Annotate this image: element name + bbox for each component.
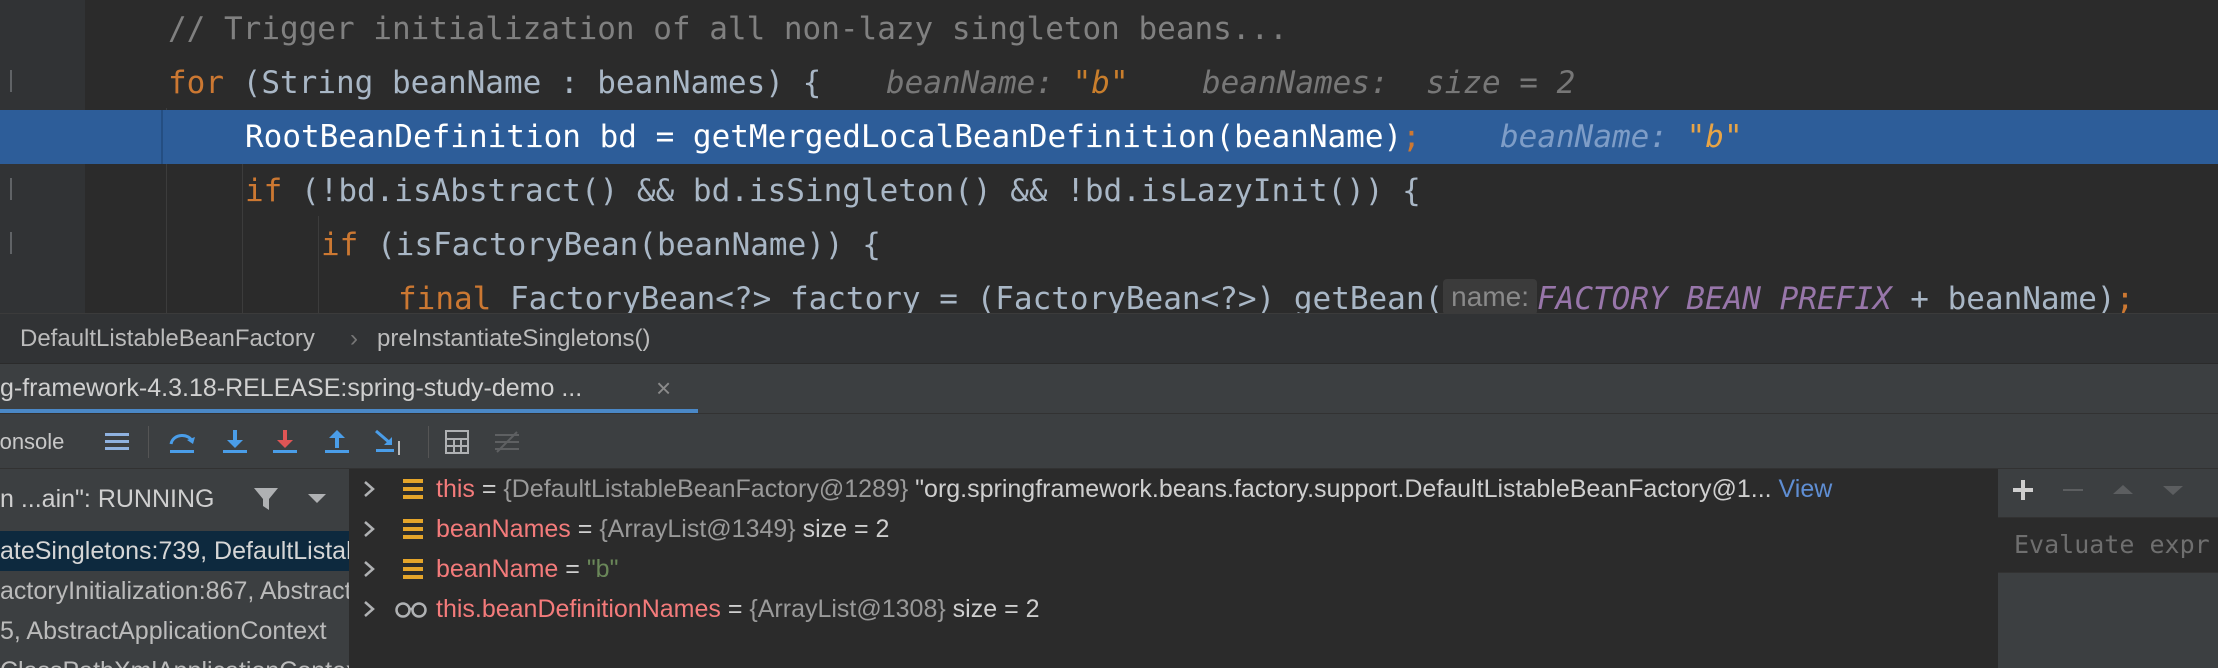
parameter-name-hint: name: <box>1443 279 1537 313</box>
inline-debug-value: beanName: "b" <box>886 56 1129 110</box>
variable-ref: {ArrayList@1308} <box>749 595 946 623</box>
stack-frame-selected[interactable]: ateSingletons:739, DefaultListableBeanFa… <box>0 531 349 571</box>
move-up-icon <box>2110 477 2136 508</box>
inline-debug-label: beanName: <box>1500 119 1687 155</box>
constant: FACTORY_BEAN_PREFIX <box>1537 281 1892 313</box>
code-line[interactable]: final FactoryBean<?> factory = (FactoryB… <box>0 272 2218 313</box>
variable-value: size = 2 <box>802 515 890 543</box>
debug-session-tab[interactable]: g-framework-4.3.18-RELEASE:spring-study-… <box>0 364 698 414</box>
inline-debug-string: "b" <box>1686 119 1743 155</box>
code-content: if (!bd.isAbstract() && bd.isSingleton()… <box>245 164 1421 218</box>
keyword: for <box>168 65 224 101</box>
step-into-icon[interactable] <box>218 414 252 470</box>
step-out-icon[interactable] <box>320 414 354 470</box>
code-text: RootBeanDefinition bd = getMergedLocalBe… <box>245 119 1403 155</box>
variable-row[interactable]: beanNames = {ArrayList@1349} size = 2 <box>350 509 1997 549</box>
stack-frame[interactable]: ClassPathXmlApplicationContext <box>0 651 349 668</box>
code-line[interactable]: for (String beanName : beanNames) { bean… <box>0 56 2218 110</box>
variable-value: size = 2 <box>952 595 1040 623</box>
variable-text: beanNames = {ArrayList@1349} size = 2 <box>436 515 890 543</box>
variable-row[interactable]: beanName = "b" <box>350 549 1997 589</box>
code-text: FactoryBean<?> factory = (FactoryBean<?>… <box>491 281 1444 313</box>
selection-edge <box>161 110 163 164</box>
semicolon: ; <box>2115 281 2135 313</box>
frames-panel: n ...ain": RUNNING ateSingletons:739, De… <box>0 469 350 668</box>
code-content: if (isFactoryBean(beanName)) { <box>321 218 881 272</box>
code-line[interactable]: if (isFactoryBean(beanName)) { <box>0 218 2218 272</box>
variable-ref: {ArrayList@1349} <box>599 515 796 543</box>
filter-icon[interactable] <box>252 469 280 529</box>
variable-text: this.beanDefinitionNames = {ArrayList@13… <box>436 595 1040 623</box>
field-icon <box>402 549 430 589</box>
debug-session-tabs: g-framework-4.3.18-RELEASE:spring-study-… <box>0 363 2218 414</box>
toolbar-separator <box>428 426 429 458</box>
keyword: final <box>398 281 492 313</box>
variable-text: this = {DefaultListableBeanFactory@1289}… <box>436 475 1833 503</box>
code-content: final FactoryBean<?> factory = (FactoryB… <box>398 272 2134 313</box>
layout-menu-icon[interactable] <box>100 414 134 470</box>
variable-text: beanName = "b" <box>436 555 619 583</box>
variable-row[interactable]: this = {DefaultListableBeanFactory@1289}… <box>350 469 1997 509</box>
watch-glasses-icon <box>394 589 430 629</box>
evaluate-expression-input[interactable]: Evaluate expr <box>1998 517 2218 573</box>
breadcrumb-separator: › <box>350 325 358 352</box>
code-text: + beanName) <box>1891 281 2116 313</box>
variable-name: this <box>436 475 475 503</box>
breadcrumb: DefaultListableBeanFactory › preInstanti… <box>0 313 2218 363</box>
code-comment: // Trigger initialization of all non-laz… <box>168 11 1288 47</box>
inline-debug-string: "b" <box>1072 65 1129 101</box>
inline-debug-value: beanName: "b" <box>1500 110 1743 164</box>
run-to-cursor-icon[interactable] <box>372 414 408 470</box>
field-icon <box>402 469 430 509</box>
add-watch-icon[interactable] <box>2010 477 2036 508</box>
variables-panel: this = {DefaultListableBeanFactory@1289}… <box>350 469 1997 668</box>
code-text: (String beanName : beanNames) { <box>224 65 822 101</box>
current-execution-line[interactable]: RootBeanDefinition bd = getMergedLocalBe… <box>0 110 2218 164</box>
breadcrumb-class[interactable]: DefaultListableBeanFactory <box>20 314 315 364</box>
keyword: if <box>245 173 283 209</box>
code-line[interactable]: // Trigger initialization of all non-laz… <box>0 2 2218 56</box>
stack-frame[interactable]: 5, AbstractApplicationContext <box>0 611 349 651</box>
evaluate-expression-icon[interactable] <box>440 414 474 470</box>
debug-session-title: g-framework-4.3.18-RELEASE:spring-study-… <box>0 374 583 402</box>
chevron-down-icon[interactable] <box>306 469 328 529</box>
trace-stream-icon <box>490 414 524 470</box>
variable-ref: {DefaultListableBeanFactory@1289} <box>503 475 909 503</box>
variable-name: this.beanDefinitionNames <box>436 595 721 623</box>
inline-debug-label: beanName: <box>886 65 1073 101</box>
view-link[interactable]: View <box>1779 475 1833 503</box>
variable-name: beanNames <box>436 515 571 543</box>
variable-string-value: "b" <box>586 555 619 583</box>
semicolon: ; <box>1402 119 1421 155</box>
remove-watch-icon <box>2060 477 2086 508</box>
toolbar-separator <box>148 426 149 458</box>
code-content: for (String beanName : beanNames) { <box>168 56 821 110</box>
step-over-icon[interactable] <box>165 414 199 470</box>
thread-selector[interactable]: n ...ain": RUNNING <box>0 469 349 529</box>
move-down-icon <box>2160 477 2186 508</box>
field-icon <box>402 509 430 549</box>
code-editor[interactable]: // Trigger initialization of all non-laz… <box>0 0 2218 313</box>
execution-gutter <box>0 110 85 164</box>
chevron-right-icon[interactable] <box>362 589 382 641</box>
force-step-into-icon[interactable] <box>268 414 302 470</box>
code-text: (!bd.isAbstract() && bd.isSingleton() &&… <box>282 173 1421 209</box>
stack-frame[interactable]: actoryInitialization:867, AbstractApplic… <box>0 571 349 611</box>
inline-debug-value: beanNames: size = 2 <box>1202 65 1576 101</box>
code-text: (isFactoryBean(beanName)) { <box>358 227 881 263</box>
tab-console[interactable]: onsole <box>0 414 64 470</box>
variable-value: "org.springframework.beans.factory.suppo… <box>915 475 1772 503</box>
close-icon[interactable]: × <box>656 364 680 412</box>
code-line[interactable]: if (!bd.isAbstract() && bd.isSingleton()… <box>0 164 2218 218</box>
variable-row[interactable]: this.beanDefinitionNames = {ArrayList@13… <box>350 589 1997 629</box>
thread-status: n ...ain": RUNNING <box>0 485 215 513</box>
keyword: if <box>321 227 359 263</box>
breadcrumb-method[interactable]: preInstantiateSingletons() <box>377 314 651 364</box>
watches-panel: Evaluate expr <box>1997 469 2218 668</box>
debugger-toolbar: onsole <box>0 413 2218 469</box>
code-content: RootBeanDefinition bd = getMergedLocalBe… <box>245 110 1421 164</box>
variable-name: beanName <box>436 555 559 583</box>
